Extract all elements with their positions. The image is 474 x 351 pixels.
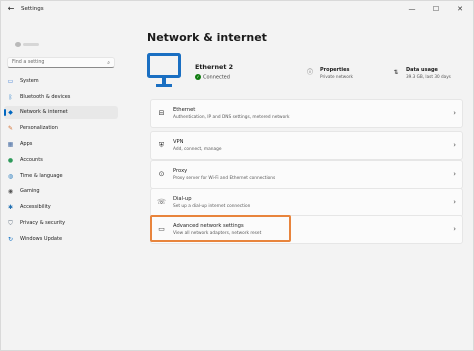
chevron-right-icon: › [453,141,456,149]
system-icon: ▭ [7,78,14,85]
title-bar: ← Settings — ☐ ✕ [1,1,473,17]
proxy-icon: ⊙ [158,170,165,178]
sidebar-item-label: Accounts [20,157,43,163]
data-usage-link[interactable]: ⇅ Data usage 39.3 GB, last 30 days [392,67,472,83]
sidebar-item-label: System [20,78,39,84]
back-arrow-icon[interactable]: ← [5,3,17,15]
vpn-shield-icon: ⛨ [158,141,165,149]
card-subtitle: Add, connect, manage [173,147,222,152]
brush-icon: ✎ [7,125,14,132]
search-input[interactable]: Find a setting ⌕ [7,57,115,68]
sidebar-item-time-language[interactable]: ◍ Time & language [4,170,118,183]
card-dial-up[interactable]: ☏ Dial-up Set up a dial-up internet connec… [150,188,463,217]
dial-up-icon: ☏ [157,198,166,206]
card-proxy[interactable]: ⊙ Proxy Proxy server for Wi-Fi and Etherne… [150,160,463,189]
sidebar-item-network-internet[interactable]: ◆ Network & internet [4,106,118,119]
sidebar-item-privacy-security[interactable]: ⛉ Privacy & security [4,217,118,230]
avatar [15,42,21,47]
info-icon: ⓘ [306,69,313,76]
sidebar-item-accounts[interactable]: ● Accounts [4,154,118,167]
sidebar-item-label: Accessibility [20,204,51,210]
chevron-right-icon: › [453,109,456,117]
app-title: Settings [21,6,44,12]
data-usage-icon: ⇅ [393,69,399,76]
accessibility-icon: ✱ [7,204,14,211]
globe-icon: ◍ [7,173,14,180]
data-usage-subtitle: 39.3 GB, last 30 days [406,74,451,79]
search-placeholder: Find a setting [12,60,45,65]
advanced-network-icon: ▭ [158,225,165,233]
data-usage-title: Data usage [406,67,438,73]
card-title: Proxy [173,168,188,174]
card-title: Advanced network settings [173,223,244,229]
sidebar-item-bluetooth-devices[interactable]: ᛒ Bluetooth & devices [4,91,118,104]
connected-check-icon: ✓ [195,74,201,80]
sidebar-item-label: Bluetooth & devices [20,94,71,100]
ethernet-monitor-icon [147,53,181,87]
card-ethernet[interactable]: ⊟ Ethernet Authentication, IP and DNS sett… [150,99,463,128]
user-profile[interactable] [13,41,43,47]
sidebar-item-accessibility[interactable]: ✱ Accessibility [4,201,118,214]
apps-icon: ▦ [7,141,14,148]
connection-name: Ethernet 2 [195,63,234,71]
sidebar-item-system[interactable]: ▭ System [4,75,118,88]
bluetooth-icon: ᛒ [8,94,13,101]
card-title: VPN [173,139,184,145]
card-subtitle: Authentication, IP and DNS settings, met… [173,115,290,120]
update-icon: ↻ [7,236,14,243]
card-subtitle: Set up a dial-up internet connection [173,204,251,209]
gaming-icon: ◉ [7,188,14,195]
chevron-right-icon: › [453,225,456,233]
close-button[interactable]: ✕ [449,2,471,16]
settings-window: ← Settings — ☐ ✕ Find a setting ⌕ ▭ Syste… [0,0,474,351]
card-vpn[interactable]: ⛨ VPN Add, connect, manage › [150,131,463,160]
wifi-icon: ◆ [8,109,13,116]
user-name-redacted [23,43,39,46]
chevron-right-icon: › [453,170,456,178]
sidebar-item-label: Apps [20,141,33,147]
active-indicator [4,109,6,116]
sidebar-item-label: Windows Update [20,236,63,242]
ethernet-icon: ⊟ [158,109,165,117]
shield-icon: ⛉ [8,220,13,227]
search-icon: ⌕ [107,60,110,66]
sidebar-item-label: Time & language [20,173,63,179]
connection-status: ✓ Connected [195,74,230,81]
sidebar-item-gaming[interactable]: ◉ Gaming [4,185,118,198]
sidebar-item-label: Personalization [20,125,58,131]
maximize-button[interactable]: ☐ [425,2,447,16]
properties-title: Properties [320,67,350,73]
sidebar-item-label: Network & internet [20,109,68,115]
card-title: Ethernet [173,107,196,113]
accounts-icon: ● [7,157,14,164]
sidebar-item-label: Gaming [20,188,40,194]
sidebar-item-personalization[interactable]: ✎ Personalization [4,122,118,135]
properties-link[interactable]: ⓘ Properties Private network [306,67,396,83]
page-title: Network & internet [147,31,267,44]
sidebar-item-label: Privacy & security [20,220,66,226]
properties-subtitle: Private network [320,74,353,79]
chevron-right-icon: › [453,198,456,206]
sidebar-item-windows-update[interactable]: ↻ Windows Update [4,233,118,246]
sidebar-item-apps[interactable]: ▦ Apps [4,138,118,151]
card-subtitle: Proxy server for Wi-Fi and Ethernet conn… [173,176,276,181]
card-title: Dial-up [173,196,192,202]
minimize-button[interactable]: — [401,2,423,16]
card-advanced-network-settings[interactable]: ▭ Advanced network settings View all netwo… [150,215,463,244]
card-subtitle: View all network adapters, network reset [173,231,262,236]
